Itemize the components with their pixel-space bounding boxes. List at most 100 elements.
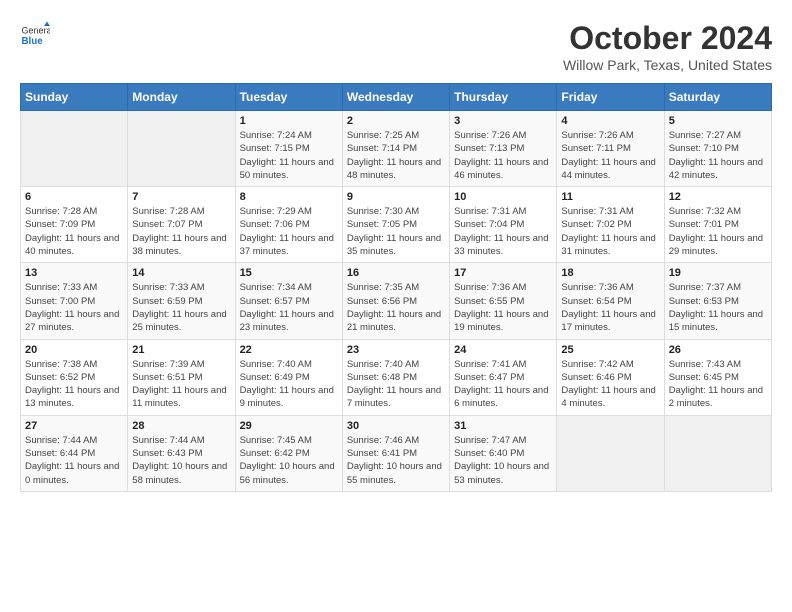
day-info: Sunrise: 7:40 AM Sunset: 6:48 PM Dayligh… [347,358,445,411]
day-number: 7 [132,191,230,203]
day-info: Sunrise: 7:33 AM Sunset: 6:59 PM Dayligh… [132,281,230,334]
day-info: Sunrise: 7:30 AM Sunset: 7:05 PM Dayligh… [347,205,445,258]
table-row: 11Sunrise: 7:31 AM Sunset: 7:02 PM Dayli… [557,187,664,263]
day-info: Sunrise: 7:36 AM Sunset: 6:55 PM Dayligh… [454,281,552,334]
table-row: 15 Sunrise: 7:34 AM Sunset: 6:57 PM Dayli… [235,263,342,339]
table-row: 28 Sunrise: 7:44 AM Sunset: 6:43 PM Dayli… [128,415,235,491]
location: Willow Park, Texas, United States [563,57,772,73]
day-number: 21 [132,344,230,356]
day-number: 3 [454,115,552,127]
logo: General Blue [20,20,50,50]
table-row: 21Sunrise: 7:39 AM Sunset: 6:51 PM Dayli… [128,339,235,415]
table-row: 8 Sunrise: 7:29 AM Sunset: 7:06 PM Daylig… [235,187,342,263]
day-info: Sunrise: 7:33 AM Sunset: 7:00 PM Dayligh… [25,281,123,334]
day-info: Sunrise: 7:40 AM Sunset: 6:49 PM Dayligh… [240,358,338,411]
day-number: 17 [454,267,552,279]
day-number: 31 [454,420,552,432]
day-number: 2 [347,115,445,127]
table-row: 23 Sunrise: 7:40 AM Sunset: 6:48 PM Dayli… [342,339,449,415]
day-info: Sunrise: 7:26 AM Sunset: 7:11 PM Dayligh… [561,129,659,182]
day-number: 12 [669,191,767,203]
day-number: 23 [347,344,445,356]
col-sunday: Sunday [21,84,128,111]
table-row: 13 Sunrise: 7:33 AM Sunset: 7:00 PM Dayli… [21,263,128,339]
table-row: 7 Sunrise: 7:28 AM Sunset: 7:07 PM Daylig… [128,187,235,263]
day-number: 14 [132,267,230,279]
calendar-week-row: 27 Sunrise: 7:44 AM Sunset: 6:44 PM Dayli… [21,415,772,491]
day-info: Sunrise: 7:28 AM Sunset: 7:07 PM Dayligh… [132,205,230,258]
day-number: 5 [669,115,767,127]
col-saturday: Saturday [664,84,771,111]
day-number: 20 [25,344,123,356]
col-thursday: Thursday [450,84,557,111]
table-row: 16 Sunrise: 7:35 AM Sunset: 6:56 PM Dayli… [342,263,449,339]
day-number: 15 [240,267,338,279]
day-info: Sunrise: 7:43 AM Sunset: 6:45 PM Dayligh… [669,358,767,411]
day-number: 19 [669,267,767,279]
col-wednesday: Wednesday [342,84,449,111]
svg-text:General: General [22,26,51,36]
day-number: 9 [347,191,445,203]
day-info: Sunrise: 7:41 AM Sunset: 6:47 PM Dayligh… [454,358,552,411]
day-info: Sunrise: 7:25 AM Sunset: 7:14 PM Dayligh… [347,129,445,182]
day-number: 28 [132,420,230,432]
table-row: 9 Sunrise: 7:30 AM Sunset: 7:05 PM Daylig… [342,187,449,263]
calendar-week-row: 13 Sunrise: 7:33 AM Sunset: 7:00 PM Dayli… [21,263,772,339]
day-info: Sunrise: 7:31 AM Sunset: 7:02 PM Dayligh… [561,205,659,258]
col-friday: Friday [557,84,664,111]
day-info: Sunrise: 7:37 AM Sunset: 6:53 PM Dayligh… [669,281,767,334]
day-number: 30 [347,420,445,432]
table-row [21,111,128,187]
day-number: 6 [25,191,123,203]
table-row: 14 Sunrise: 7:33 AM Sunset: 6:59 PM Dayli… [128,263,235,339]
calendar-header-row: Sunday Monday Tuesday Wednesday Thursday… [21,84,772,111]
day-info: Sunrise: 7:28 AM Sunset: 7:09 PM Dayligh… [25,205,123,258]
month-title: October 2024 [563,20,772,57]
day-info: Sunrise: 7:32 AM Sunset: 7:01 PM Dayligh… [669,205,767,258]
day-number: 26 [669,344,767,356]
day-number: 16 [347,267,445,279]
table-row: 30 Sunrise: 7:46 AM Sunset: 6:41 PM Dayli… [342,415,449,491]
day-info: Sunrise: 7:46 AM Sunset: 6:41 PM Dayligh… [347,434,445,487]
day-number: 29 [240,420,338,432]
table-row: 1 Sunrise: 7:24 AM Sunset: 7:15 PM Daylig… [235,111,342,187]
day-number: 13 [25,267,123,279]
title-block: October 2024 Willow Park, Texas, United … [563,20,772,73]
day-info: Sunrise: 7:34 AM Sunset: 6:57 PM Dayligh… [240,281,338,334]
day-info: Sunrise: 7:26 AM Sunset: 7:13 PM Dayligh… [454,129,552,182]
logo-icon: General Blue [20,20,50,50]
calendar-week-row: 1 Sunrise: 7:24 AM Sunset: 7:15 PM Daylig… [21,111,772,187]
table-row: 19 Sunrise: 7:37 AM Sunset: 6:53 PM Dayli… [664,263,771,339]
day-number: 25 [561,344,659,356]
day-number: 24 [454,344,552,356]
table-row [664,415,771,491]
table-row: 26 Sunrise: 7:43 AM Sunset: 6:45 PM Dayli… [664,339,771,415]
table-row: 20Sunrise: 7:38 AM Sunset: 6:52 PM Dayli… [21,339,128,415]
day-info: Sunrise: 7:35 AM Sunset: 6:56 PM Dayligh… [347,281,445,334]
day-number: 1 [240,115,338,127]
table-row [557,415,664,491]
day-number: 10 [454,191,552,203]
day-number: 18 [561,267,659,279]
day-number: 8 [240,191,338,203]
day-info: Sunrise: 7:44 AM Sunset: 6:43 PM Dayligh… [132,434,230,487]
page-header: General Blue October 2024 Willow Park, T… [20,20,772,73]
table-row: 25 Sunrise: 7:42 AM Sunset: 6:46 PM Dayli… [557,339,664,415]
day-info: Sunrise: 7:29 AM Sunset: 7:06 PM Dayligh… [240,205,338,258]
day-number: 27 [25,420,123,432]
calendar-week-row: 6 Sunrise: 7:28 AM Sunset: 7:09 PM Daylig… [21,187,772,263]
day-info: Sunrise: 7:42 AM Sunset: 6:46 PM Dayligh… [561,358,659,411]
table-row: 4Sunrise: 7:26 AM Sunset: 7:11 PM Daylig… [557,111,664,187]
col-monday: Monday [128,84,235,111]
table-row: 3 Sunrise: 7:26 AM Sunset: 7:13 PM Daylig… [450,111,557,187]
day-info: Sunrise: 7:24 AM Sunset: 7:15 PM Dayligh… [240,129,338,182]
table-row: 22 Sunrise: 7:40 AM Sunset: 6:49 PM Dayli… [235,339,342,415]
table-row [128,111,235,187]
table-row: 29Sunrise: 7:45 AM Sunset: 6:42 PM Dayli… [235,415,342,491]
day-info: Sunrise: 7:44 AM Sunset: 6:44 PM Dayligh… [25,434,123,487]
table-row: 17 Sunrise: 7:36 AM Sunset: 6:55 PM Dayli… [450,263,557,339]
table-row: 18Sunrise: 7:36 AM Sunset: 6:54 PM Dayli… [557,263,664,339]
day-number: 22 [240,344,338,356]
day-info: Sunrise: 7:47 AM Sunset: 6:40 PM Dayligh… [454,434,552,487]
table-row: 12 Sunrise: 7:32 AM Sunset: 7:01 PM Dayli… [664,187,771,263]
